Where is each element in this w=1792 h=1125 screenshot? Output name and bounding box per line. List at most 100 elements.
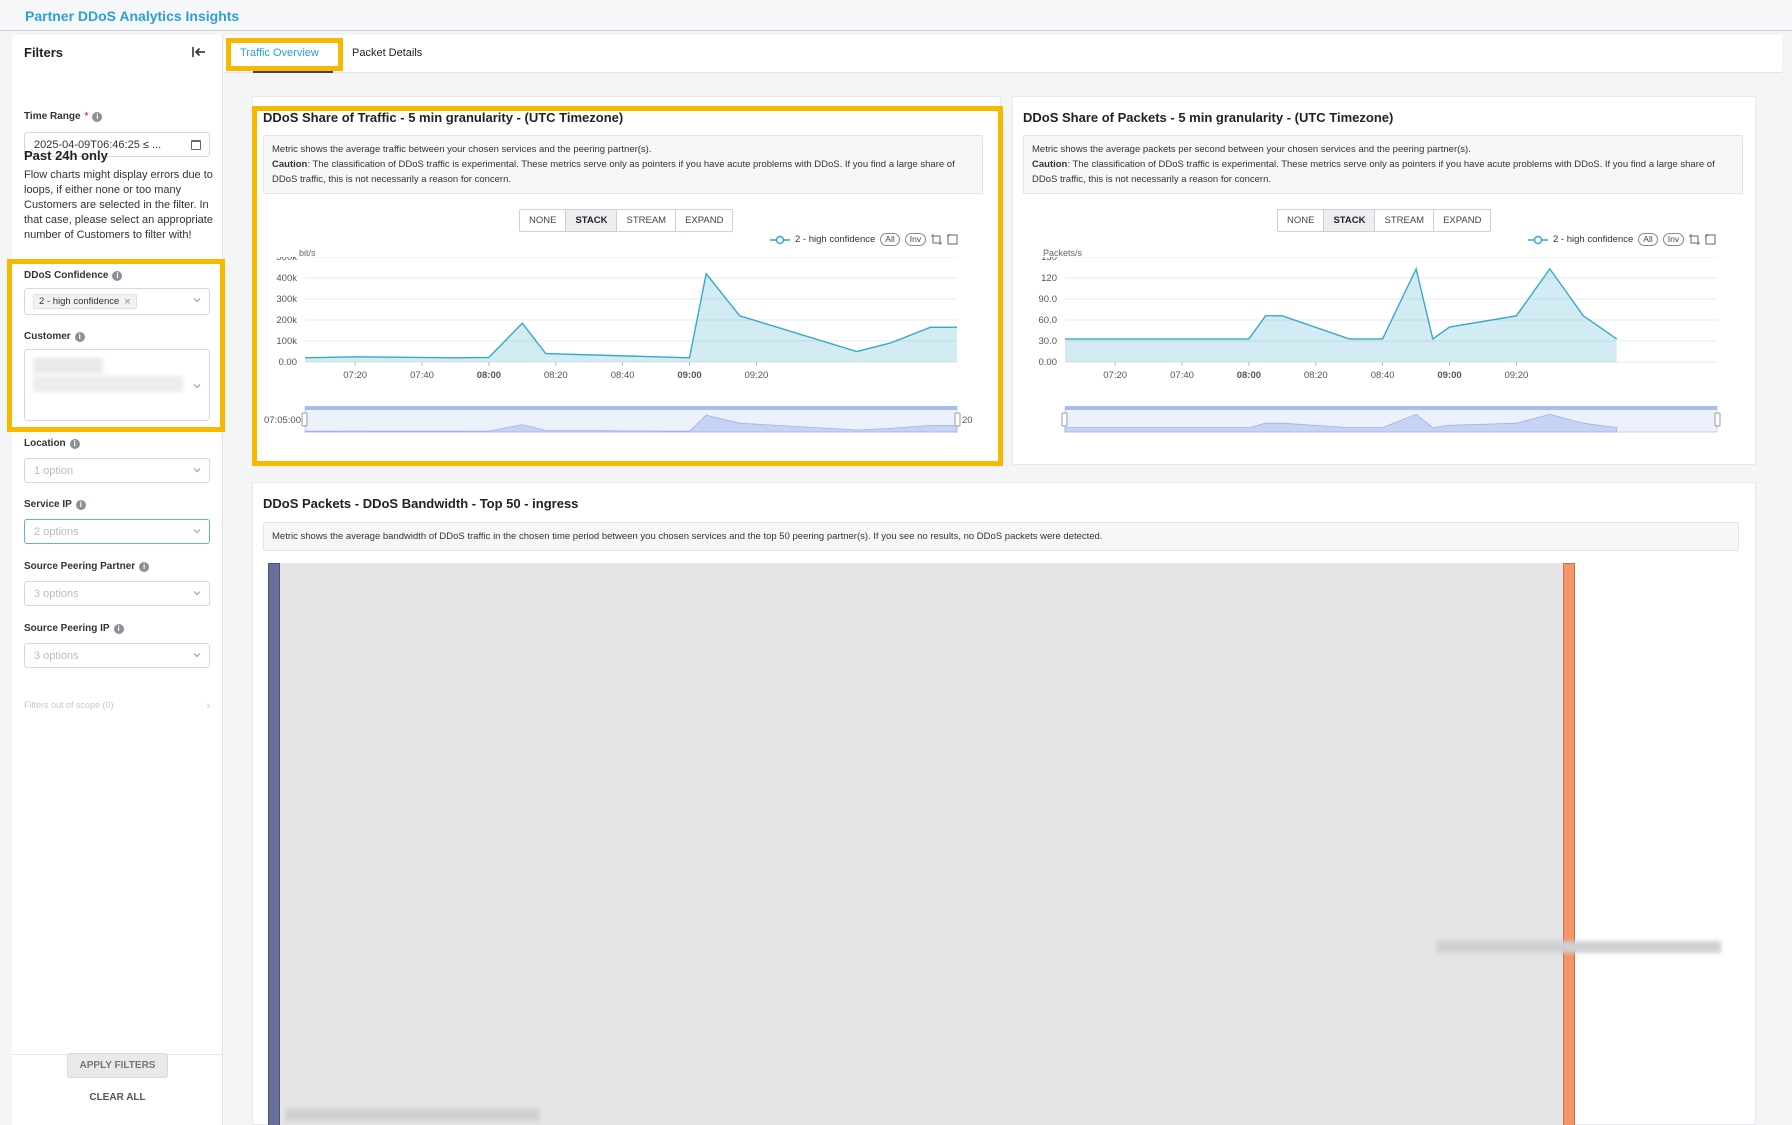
source-peering-ip-label: Source Peering IP i <box>24 623 124 634</box>
info-icon[interactable]: i <box>113 623 124 634</box>
mode-stack-button[interactable]: STACK <box>566 210 618 231</box>
sankey-flow-area[interactable] <box>268 563 1574 1125</box>
traffic-card-description: Metric shows the average traffic between… <box>263 135 983 194</box>
redacted-value <box>33 376 183 392</box>
sankey-target-node[interactable] <box>1563 563 1575 1125</box>
service-ip-select[interactable]: 2 options <box>24 519 210 544</box>
legend-all-button[interactable]: All <box>880 233 900 246</box>
calendar-icon <box>191 140 201 150</box>
location-label: Location i <box>24 438 80 449</box>
packets-share-card: DDoS Share of Packets - 5 min granularit… <box>1012 96 1756 465</box>
x-tick-label: 09:00 <box>1437 370 1461 381</box>
redacted-value <box>33 358 103 374</box>
tab-packet-details[interactable]: Packet Details <box>352 47 422 59</box>
y-tick-label: 0.00 <box>1039 357 1058 368</box>
brush-track <box>304 406 958 433</box>
legend-series-label[interactable]: 2 - high confidence <box>795 234 875 245</box>
legend-invert-button[interactable]: Inv <box>1662 233 1685 246</box>
chevron-down-icon <box>193 591 201 596</box>
info-icon[interactable]: i <box>92 111 103 122</box>
ddos-confidence-label: DDoS Confidence i <box>24 270 123 281</box>
zoom-select-icon[interactable] <box>931 234 943 245</box>
mode-stream-button[interactable]: STREAM <box>1375 210 1435 231</box>
source-peering-partner-label: Source Peering Partner i <box>24 561 150 572</box>
mode-none-button[interactable]: NONE <box>520 210 567 231</box>
tab-bar: Traffic Overview Packet Details <box>224 35 1782 73</box>
ddos-confidence-select[interactable]: 2 - high confidence × <box>24 288 210 315</box>
mode-stack-button[interactable]: STACK <box>1324 210 1376 231</box>
y-tick-label: 30.0 <box>1039 336 1058 347</box>
mode-stream-button[interactable]: STREAM <box>617 210 677 231</box>
customer-label: Customer i <box>24 331 85 342</box>
note-body: Flow charts might display errors due to … <box>24 169 213 241</box>
mode-none-button[interactable]: NONE <box>1278 210 1325 231</box>
x-tick-label: 09:00 <box>677 370 701 381</box>
zoom-reset-icon[interactable] <box>1705 234 1716 245</box>
service-ip-label: Service IP i <box>24 499 86 510</box>
clear-all-button[interactable]: CLEAR ALL <box>67 1092 168 1103</box>
info-icon[interactable]: i <box>74 331 85 342</box>
info-icon[interactable]: i <box>112 270 123 281</box>
series-line <box>304 272 957 359</box>
chevron-right-icon: › <box>206 700 210 712</box>
sankey-card-description: Metric shows the average bandwidth of DD… <box>263 522 1739 551</box>
required-mark: * <box>84 111 89 122</box>
filters-out-of-scope[interactable]: Filters out of scope (0) › <box>24 700 210 712</box>
legend-series-marker[interactable] <box>770 235 790 245</box>
x-tick-label: 07:40 <box>410 370 434 381</box>
remove-tag-icon[interactable]: × <box>124 296 130 307</box>
sankey-source-node[interactable] <box>268 563 280 1125</box>
series-area <box>1065 268 1617 362</box>
packets-card-title: DDoS Share of Packets - 5 min granularit… <box>1023 110 1394 125</box>
y-tick-label: 300k <box>276 294 297 305</box>
packets-chart: 150 120 90.0 60.0 30.0 0.00 07:20 07:40 08:00 08:… <box>1039 257 1721 433</box>
x-tick-label: 08:20 <box>544 370 568 381</box>
info-icon[interactable]: i <box>139 561 150 572</box>
y-tick-label: 90.0 <box>1039 294 1058 305</box>
y-tick-label: 500k <box>276 257 297 263</box>
x-tick-label: 07:20 <box>343 370 367 381</box>
brush-handle-left[interactable] <box>301 412 308 427</box>
legend-all-button[interactable]: All <box>1638 233 1658 246</box>
filters-title: Filters <box>24 45 64 60</box>
info-icon[interactable]: i <box>69 438 80 449</box>
source-peering-ip-select[interactable]: 3 options <box>24 643 210 668</box>
filters-sidebar: Filters Time Range * i 2025-04-09T06:46:2… <box>12 35 223 1125</box>
location-select[interactable]: 1 option <box>24 458 210 483</box>
x-tick-label: 07:40 <box>1170 370 1194 381</box>
zoom-reset-icon[interactable] <box>947 234 958 245</box>
source-peering-partner-select[interactable]: 3 options <box>24 581 210 606</box>
brush-handle-left[interactable] <box>1061 412 1068 427</box>
x-tick-label: 08:00 <box>1237 370 1261 381</box>
collapse-sidebar-icon[interactable] <box>190 43 208 61</box>
apply-filters-button[interactable]: APPLY FILTERS <box>67 1053 168 1078</box>
y-tick-label: 60.0 <box>1039 315 1058 326</box>
tab-traffic-overview[interactable]: Traffic Overview <box>240 47 319 59</box>
zoom-select-icon[interactable] <box>1689 234 1701 245</box>
chevron-down-icon <box>193 653 201 658</box>
x-tick-label: 08:00 <box>477 370 501 381</box>
legend-invert-button[interactable]: Inv <box>904 233 927 246</box>
brush-handle-right[interactable] <box>954 412 961 427</box>
mode-expand-button[interactable]: EXPAND <box>1434 210 1491 231</box>
app-title: Partner DDoS Analytics Insights <box>25 8 240 24</box>
chevron-down-icon <box>193 384 201 389</box>
x-tick-label: 09:20 <box>1504 370 1528 381</box>
mode-expand-button[interactable]: EXPAND <box>676 210 733 231</box>
note-title: Past 24h only <box>24 148 108 163</box>
chevron-down-icon <box>193 298 201 303</box>
traffic-chart: 500k 400k 300k 200k 100k 0.00 07:20 07:40 08:00 0… <box>264 257 973 433</box>
chevron-down-icon <box>193 529 201 534</box>
brush-handle-right[interactable] <box>1714 412 1721 427</box>
y-tick-label: 400k <box>276 273 297 284</box>
app-header: Partner DDoS Analytics Insights <box>0 0 1792 31</box>
legend-series-marker[interactable] <box>1528 235 1548 245</box>
x-tick-label: 07:20 <box>1103 370 1127 381</box>
customer-select[interactable] <box>24 349 210 421</box>
y-tick-label: 120 <box>1041 273 1057 284</box>
brush-start-label: 07:05:00 <box>264 415 301 426</box>
brush-selection-bar <box>305 406 957 410</box>
legend-series-label[interactable]: 2 - high confidence <box>1553 234 1633 245</box>
series-area <box>305 273 957 362</box>
info-icon[interactable]: i <box>75 499 86 510</box>
